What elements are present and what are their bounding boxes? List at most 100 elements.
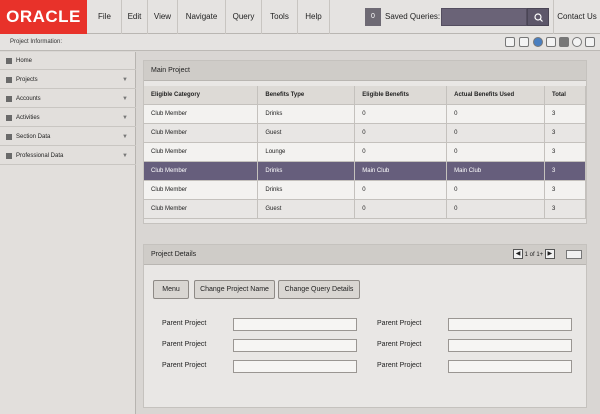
table-cell: 3 — [544, 180, 586, 200]
pager-options-button[interactable] — [566, 250, 582, 259]
sidebar-item-label: Professional Data — [16, 153, 64, 159]
table-cell: 0 — [354, 142, 448, 162]
menu-edit[interactable]: Edit — [122, 0, 148, 34]
print-icon[interactable] — [559, 37, 569, 47]
menu-tools[interactable]: Tools — [262, 0, 298, 34]
menu-navigate[interactable]: Navigate — [178, 0, 226, 34]
project-details-panel: Project Details ◀ 1 of 1+ ▶ Menu Change … — [143, 244, 587, 408]
col-actual-benefits-used[interactable]: Actual Benefits Used — [446, 86, 545, 105]
sidebar-item-label: Activities — [16, 115, 40, 121]
oracle-logo: ORACLE — [0, 0, 87, 34]
table-cell: Club Member — [144, 180, 259, 200]
parent-project-label: Parent Project — [162, 320, 207, 327]
parent-project-field[interactable] — [448, 318, 572, 331]
table-cell: Club Member — [144, 104, 259, 124]
table-cell: 0 — [446, 104, 545, 124]
table-cell: 0 — [446, 180, 545, 200]
table-cell: Guest — [257, 199, 356, 219]
sidebar-item-label: Accounts — [16, 96, 41, 102]
table-row[interactable]: Club Member Drinks 0 0 3 — [144, 104, 586, 124]
sidebar-item-activities[interactable]: Activities ▼ — [0, 109, 136, 127]
search-button[interactable] — [527, 8, 549, 26]
table-header-row: Eligible Category Benefits Type Eligible… — [144, 86, 586, 105]
parent-project-field[interactable] — [448, 360, 572, 373]
col-eligible-category[interactable]: Eligible Category — [144, 86, 259, 105]
breadcrumb-bar: Project Information: — [0, 34, 600, 51]
table-row[interactable]: Club Member Lounge 0 0 3 — [144, 142, 586, 162]
document-icon[interactable] — [546, 37, 556, 47]
sidebar-item-label: Home — [16, 58, 33, 64]
table-cell: Club Member — [144, 161, 259, 181]
menu-help[interactable]: Help — [298, 0, 330, 34]
pager: ◀ 1 of 1+ ▶ — [513, 249, 555, 261]
sidebar-item-label: Section Data — [16, 134, 51, 140]
projects-icon — [6, 77, 12, 83]
zoom-out-icon[interactable] — [519, 37, 529, 47]
table-cell: Drinks — [257, 180, 356, 200]
globe-icon[interactable] — [533, 37, 543, 47]
previous-page-button[interactable]: ◀ — [513, 249, 523, 260]
main-project-panel: Main Project Eligible Category Benefits … — [143, 60, 587, 224]
table-cell: 0 — [354, 180, 448, 200]
zoom-in-icon[interactable] — [505, 37, 515, 47]
parent-project-field[interactable] — [233, 360, 357, 373]
parent-project-label: Parent Project — [162, 341, 207, 348]
parent-project-field[interactable] — [233, 339, 357, 352]
table-row[interactable]: Club Member Guest 0 0 3 — [144, 123, 586, 143]
menu-view[interactable]: View — [148, 0, 178, 34]
table-cell: 3 — [544, 199, 586, 219]
sidebar-item-accounts[interactable]: Accounts ▼ — [0, 90, 136, 108]
table-row[interactable]: Club Member Drinks 0 0 3 — [144, 180, 586, 200]
search-input[interactable] — [441, 8, 527, 26]
table-cell: Guest — [257, 123, 356, 143]
table-cell: Drinks — [257, 104, 356, 124]
next-page-button[interactable]: ▶ — [544, 249, 555, 260]
section-data-icon — [6, 134, 12, 140]
parent-project-label: Parent Project — [377, 320, 422, 327]
professional-data-icon — [6, 153, 12, 159]
menu-file[interactable]: File — [88, 0, 122, 34]
table-cell: 3 — [544, 104, 586, 124]
sidebar-item-label: Projects — [16, 77, 38, 83]
saved-queries-count[interactable]: 0 — [365, 8, 381, 26]
change-project-name-button[interactable]: Change Project Name — [194, 280, 275, 299]
table-cell: Club Member — [144, 123, 259, 143]
accounts-icon — [6, 96, 12, 102]
parent-project-label: Parent Project — [162, 362, 207, 369]
chart-icon[interactable] — [585, 37, 595, 47]
sidebar-item-home[interactable]: Home — [0, 52, 136, 70]
table-cell: 0 — [446, 199, 545, 219]
col-total[interactable]: Total — [544, 86, 586, 105]
main-project-title: Main Project — [144, 61, 586, 81]
menu-button[interactable]: Menu — [153, 280, 189, 299]
benefits-table: Eligible Category Benefits Type Eligible… — [144, 86, 586, 219]
table-cell: 0 — [354, 199, 448, 219]
table-row-selected[interactable]: Club Member Drinks Main Club Main Club 3 — [144, 161, 586, 181]
table-cell: 3 — [544, 161, 586, 181]
change-query-details-button[interactable]: Change Query Details — [278, 280, 360, 299]
parent-project-field[interactable] — [448, 339, 572, 352]
table-cell: 0 — [354, 104, 448, 124]
sidebar: Home Projects ▼ Accounts ▼ Activities ▼ … — [0, 52, 136, 414]
col-eligible-benefits[interactable]: Eligible Benefits — [354, 86, 448, 105]
sidebar-item-professional-data[interactable]: Professional Data ▼ — [0, 147, 136, 165]
table-cell: Lounge — [257, 142, 356, 162]
table-cell: 3 — [544, 142, 586, 162]
table-row[interactable]: Club Member Guest 0 0 3 — [144, 199, 586, 219]
menu-query[interactable]: Query — [226, 0, 262, 34]
sidebar-item-projects[interactable]: Projects ▼ — [0, 71, 136, 89]
top-bar: ORACLE File Edit View Navigate Query Too… — [0, 0, 600, 34]
table-cell: 0 — [354, 123, 448, 143]
table-cell: 0 — [446, 142, 545, 162]
contact-us-link[interactable]: Contact Us — [553, 0, 600, 34]
table-cell: Club Member — [144, 199, 259, 219]
saved-queries-label: Saved Queries: — [385, 12, 441, 21]
sidebar-item-section-data[interactable]: Section Data ▼ — [0, 128, 136, 146]
parent-project-field[interactable] — [233, 318, 357, 331]
chevron-down-icon: ▼ — [122, 134, 128, 140]
clock-icon[interactable] — [572, 37, 582, 47]
search-icon — [534, 13, 543, 22]
chevron-down-icon: ▼ — [122, 77, 128, 83]
col-benefits-type[interactable]: Benefits Type — [257, 86, 356, 105]
table-cell: Drinks — [257, 161, 356, 181]
